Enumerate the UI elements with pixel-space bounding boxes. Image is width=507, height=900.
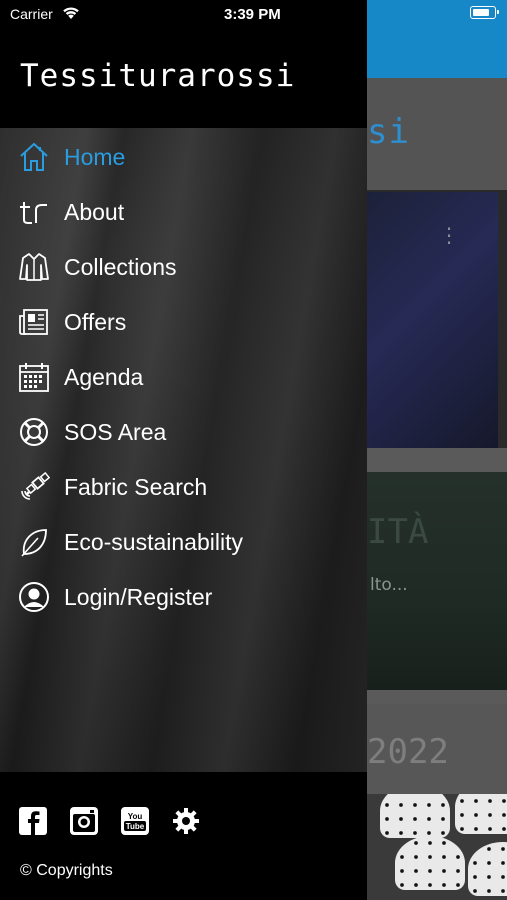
card-subtitle-fragment: lto... — [370, 575, 408, 595]
wifi-icon — [62, 5, 80, 19]
home-icon — [18, 141, 50, 173]
menu-item-sos-area[interactable]: SOS Area — [0, 407, 367, 457]
facebook-icon[interactable] — [18, 806, 48, 836]
menu-item-collections[interactable]: Collections — [0, 242, 367, 292]
app-title-fragment: si — [367, 112, 410, 152]
satellite-icon — [18, 471, 50, 503]
instagram-icon[interactable] — [69, 806, 99, 836]
polka-cup-image — [468, 842, 507, 896]
menu-label-fabric-search: Fabric Search — [64, 473, 208, 500]
carrier-label: Carrier — [10, 6, 53, 22]
menu-item-offers[interactable]: Offers — [0, 297, 367, 347]
menu-label-agenda: Agenda — [64, 363, 144, 390]
menu-label-home: Home — [64, 143, 126, 170]
settings-gear-icon[interactable] — [171, 806, 201, 836]
card-title-fragment: ITÀ — [367, 512, 429, 552]
menu-label-login-register: Login/Register — [64, 583, 213, 610]
menu-item-eco-sustainability[interactable]: Eco-sustainability — [0, 517, 367, 567]
card-year-fragment: 2022 — [367, 732, 449, 772]
menu-label-collections: Collections — [64, 253, 177, 280]
navigation-drawer: Tessiturarossi Home About Collections Of… — [0, 0, 367, 900]
menu-label-eco-sustainability: Eco-sustainability — [64, 528, 243, 555]
clock-label: 3:39 PM — [224, 6, 281, 23]
drawer-menu: Home About Collections Offers Agenda SOS… — [0, 128, 367, 772]
user-icon — [18, 581, 50, 613]
tr-logo-icon — [18, 196, 50, 228]
news-card-image[interactable] — [350, 192, 498, 448]
battery-icon — [470, 6, 499, 19]
copyright-text: © Copyrights — [20, 862, 113, 879]
calendar-icon — [18, 361, 50, 393]
card-separator — [350, 690, 507, 704]
polka-cup-image — [395, 836, 465, 890]
news-card-polka-cups[interactable] — [350, 794, 507, 900]
menu-label-offers: Offers — [64, 308, 127, 335]
menu-item-agenda[interactable]: Agenda — [0, 352, 367, 402]
youtube-icon[interactable]: You Tube — [120, 806, 150, 836]
jacket-icon — [18, 251, 50, 283]
youtube-text-you: You — [128, 812, 143, 821]
menu-label-about: About — [64, 198, 125, 225]
leaf-icon — [18, 526, 50, 558]
polka-cup-image — [380, 794, 450, 838]
lifebuoy-icon — [18, 416, 50, 448]
card-separator — [350, 448, 507, 472]
drawer-title: Tessiturarossi — [20, 58, 296, 94]
menu-item-home[interactable]: Home — [0, 132, 367, 182]
more-options-icon[interactable]: · · · — [444, 219, 454, 253]
menu-label-sos-area: SOS Area — [64, 418, 167, 445]
drawer-footer: You Tube © Copyrights — [0, 772, 367, 900]
polka-cup-image — [455, 794, 507, 834]
youtube-text-tube: Tube — [126, 822, 145, 831]
menu-item-fabric-search[interactable]: Fabric Search — [0, 462, 367, 512]
menu-item-login-register[interactable]: Login/Register — [0, 572, 367, 622]
status-bar: Carrier 3:39 PM — [0, 0, 507, 30]
newspaper-icon — [18, 306, 50, 338]
menu-item-about[interactable]: About — [0, 187, 367, 237]
